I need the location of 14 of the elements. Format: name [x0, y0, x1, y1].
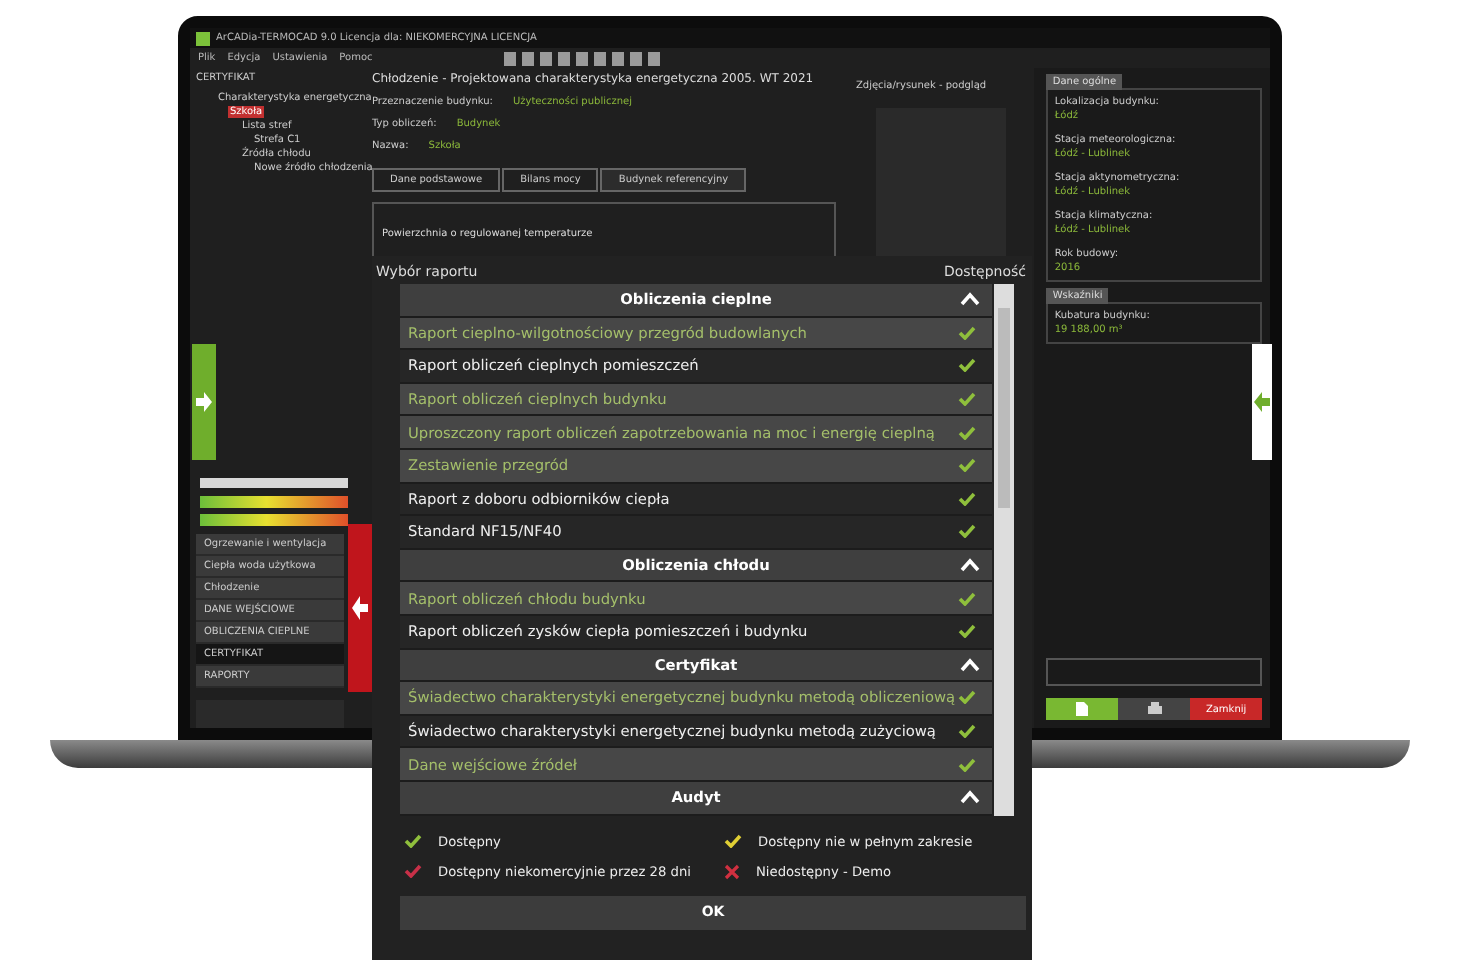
check-icon — [958, 690, 976, 705]
toolbar-icons-drawing[interactable] — [504, 51, 665, 65]
arrow-button[interactable] — [1252, 344, 1272, 460]
print-button[interactable] — [1118, 698, 1191, 720]
text-field[interactable] — [1046, 658, 1262, 686]
arrow-left-icon — [1254, 392, 1270, 412]
arrow-button[interactable] — [192, 344, 216, 460]
printer-icon — [1147, 702, 1162, 716]
arrow-right-icon — [196, 392, 212, 412]
scrollbar[interactable] — [994, 284, 1014, 815]
arrow-left-icon — [352, 596, 368, 620]
document-icon — [1076, 702, 1089, 716]
arrow-button[interactable] — [348, 524, 372, 692]
app-logo-icon — [196, 31, 210, 45]
